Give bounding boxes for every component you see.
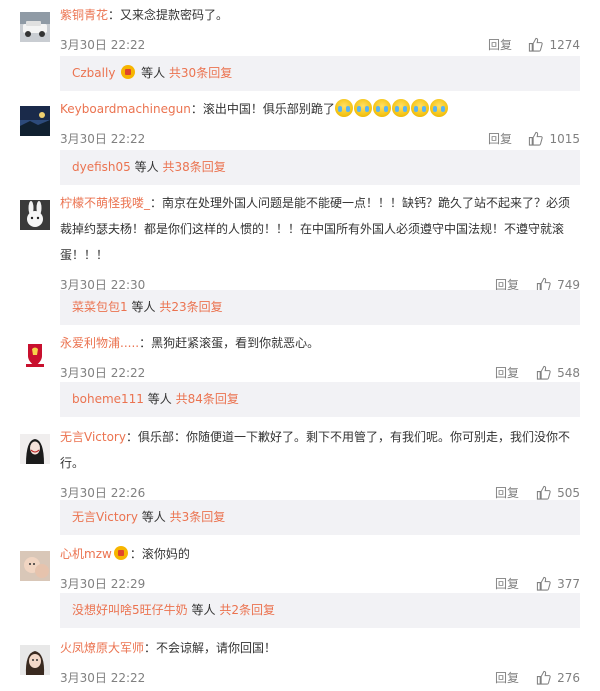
vip-badge-icon	[113, 546, 128, 560]
sub-reply-others: 等人	[134, 160, 159, 174]
reply-button[interactable]: 回复	[488, 126, 512, 152]
comment-text-line: 紫铜青花：又来念提款密码了。	[60, 2, 580, 28]
comment-meta: 3月30日 22:22 回复 1015	[60, 126, 580, 152]
colon: ：	[108, 8, 121, 22]
comment-time: 3月30日 22:22	[60, 38, 146, 52]
sub-reply-username[interactable]: 无言Victory	[72, 510, 138, 524]
comment-time: 3月30日 22:22	[60, 132, 146, 146]
portrait-avatar-icon[interactable]	[20, 434, 50, 464]
comment-username[interactable]: 火凤燎原大军师	[60, 641, 144, 655]
like-count: 276	[557, 671, 580, 685]
like-count: 1015	[549, 132, 580, 146]
sub-reply-username[interactable]: 菜菜包包1	[72, 300, 128, 314]
thumbs-up-icon	[536, 576, 551, 591]
comment-text: 黑狗赶紧滚蛋，看到你就恶心。	[151, 336, 320, 350]
sub-reply-summary[interactable]: boheme111 等人 共84条回复	[60, 382, 580, 417]
comment-text-line: Keyboardmachinegun：滚出中国！俱乐部别跪了	[60, 96, 580, 122]
comment-body: 柠檬不萌怪我喽_：南京在处理外国人问题是能不能硬一点！！！缺钙？跪久了站不起来了…	[60, 196, 580, 298]
comment-text: 不会谅解，请你回国！	[156, 641, 277, 655]
thumbs-up-icon	[536, 365, 551, 380]
reply-button[interactable]: 回复	[495, 665, 519, 691]
sub-reply-username[interactable]: boheme111	[72, 392, 144, 406]
thumbs-up-icon	[536, 670, 551, 685]
comment-body: 永爱利物浦.....：黑狗赶紧滚蛋，看到你就恶心。 3月30日 22:22 回复…	[60, 336, 580, 386]
comment-text: 又来念提款密码了。	[120, 8, 229, 22]
colon: ：	[129, 547, 142, 561]
sub-reply-others: 等人	[131, 300, 156, 314]
crying-emoji-icon	[410, 99, 429, 117]
baby-avatar-icon[interactable]	[20, 551, 50, 581]
comment-meta: 3月30日 22:22 回复 276	[60, 665, 580, 691]
sub-reply-summary[interactable]: 菜菜包包1 等人 共23条回复	[60, 290, 580, 325]
sub-reply-others: 等人	[141, 510, 166, 524]
sub-reply-summary[interactable]: 没想好叫啥5旺仔牛奶 等人 共2条回复	[60, 593, 580, 628]
crying-emoji-icon	[429, 99, 448, 117]
sub-reply-username[interactable]: dyefish05	[72, 160, 131, 174]
comment-text-line: 永爱利物浦.....：黑狗赶紧滚蛋，看到你就恶心。	[60, 330, 580, 356]
sub-reply-summary[interactable]: dyefish05 等人 共38条回复	[60, 150, 580, 185]
comment-text-line: 心机mzw ：滚你妈的	[60, 541, 580, 567]
sub-reply-summary[interactable]: 无言Victory 等人 共3条回复	[60, 500, 580, 535]
sub-reply-total[interactable]: 共84条回复	[176, 392, 239, 406]
vip-badge-icon	[121, 65, 136, 79]
sub-reply-others: 等人	[191, 603, 216, 617]
comment-list: 紫铜青花：又来念提款密码了。 3月30日 22:22 回复 1274 Czbal…	[0, 0, 600, 685]
comment-text: 滚你妈的	[141, 547, 190, 561]
sub-reply-others: 等人	[147, 392, 172, 406]
comment-username[interactable]: 永爱利物浦.....	[60, 336, 139, 350]
comment-text-line: 柠檬不萌怪我喽_：南京在处理外国人问题是能不能硬一点！！！缺钙？跪久了站不起来了…	[60, 190, 580, 268]
thumbs-up-icon	[529, 131, 544, 146]
colon: ：	[125, 430, 138, 444]
car-avatar-icon[interactable]	[20, 12, 50, 42]
sub-reply-summary[interactable]: Czbally 等人 共30条回复	[60, 56, 580, 91]
child-avatar-icon[interactable]	[20, 645, 50, 675]
like-count: 1274	[549, 38, 580, 52]
liverpool-crest-avatar-icon[interactable]	[20, 340, 50, 370]
comment-body: 心机mzw ：滚你妈的 3月30日 22:29 回复 377	[60, 546, 580, 597]
comment-body: 无言Victory：俱乐部：你随便道一下歉好了。剩下不用管了，有我们呢。你可别走…	[60, 430, 580, 506]
comment-username[interactable]: 柠檬不萌怪我喽_	[60, 196, 150, 210]
comment-text: 滚出中国！俱乐部别跪了	[202, 102, 335, 116]
sub-reply-others: 等人	[141, 66, 166, 80]
crying-emoji-icon	[391, 99, 410, 117]
crying-emoji-icon	[372, 99, 391, 117]
colon: ：	[144, 641, 157, 655]
sub-reply-total[interactable]: 共2条回复	[219, 603, 275, 617]
reply-button[interactable]: 回复	[488, 32, 512, 58]
thumbs-up-icon	[529, 37, 544, 52]
crying-emoji-icon	[353, 99, 372, 117]
thumbs-up-icon	[536, 485, 551, 500]
sub-reply-username[interactable]: Czbally	[72, 66, 115, 80]
like-count: 548	[557, 366, 580, 380]
comment-username[interactable]: Keyboardmachinegun	[60, 102, 191, 116]
comment-username[interactable]: 紫铜青花	[60, 8, 108, 22]
like-count: 505	[557, 486, 580, 500]
like-button[interactable]: 1015	[528, 126, 580, 152]
sub-reply-total[interactable]: 共23条回复	[159, 300, 222, 314]
comment-body: 火凤燎原大军师：不会谅解，请你回国！ 3月30日 22:22 回复 276	[60, 641, 580, 691]
comment-username[interactable]: 心机mzw	[60, 547, 112, 561]
like-button[interactable]: 276	[536, 665, 580, 691]
rabbit-avatar-icon[interactable]	[20, 200, 50, 230]
sub-reply-total[interactable]: 共38条回复	[162, 160, 225, 174]
comment-text-line: 无言Victory：俱乐部：你随便道一下歉好了。剩下不用管了，有我们呢。你可别走…	[60, 424, 580, 476]
comment-text-line: 火凤燎原大军师：不会谅解，请你回国！	[60, 635, 580, 661]
like-button[interactable]: 1274	[528, 32, 580, 58]
like-count: 377	[557, 577, 580, 591]
landscape-avatar-icon[interactable]	[20, 106, 50, 136]
colon: ：	[150, 196, 163, 210]
comment-time: 3月30日 22:22	[60, 671, 146, 685]
comment-username[interactable]: 无言Victory	[60, 430, 126, 444]
sub-reply-username[interactable]: 没想好叫啥5旺仔牛奶	[72, 603, 188, 617]
comment-body: Keyboardmachinegun：滚出中国！俱乐部别跪了 3月30日 22:…	[60, 99, 580, 152]
colon: ：	[139, 336, 152, 350]
colon: ：	[190, 102, 203, 116]
sub-reply-total[interactable]: 共30条回复	[169, 66, 232, 80]
comment-body: 紫铜青花：又来念提款密码了。 3月30日 22:22 回复 1274	[60, 8, 580, 58]
comment-meta: 3月30日 22:22 回复 1274	[60, 32, 580, 58]
crying-emoji-icon	[334, 99, 353, 117]
sub-reply-total[interactable]: 共3条回复	[170, 510, 226, 524]
